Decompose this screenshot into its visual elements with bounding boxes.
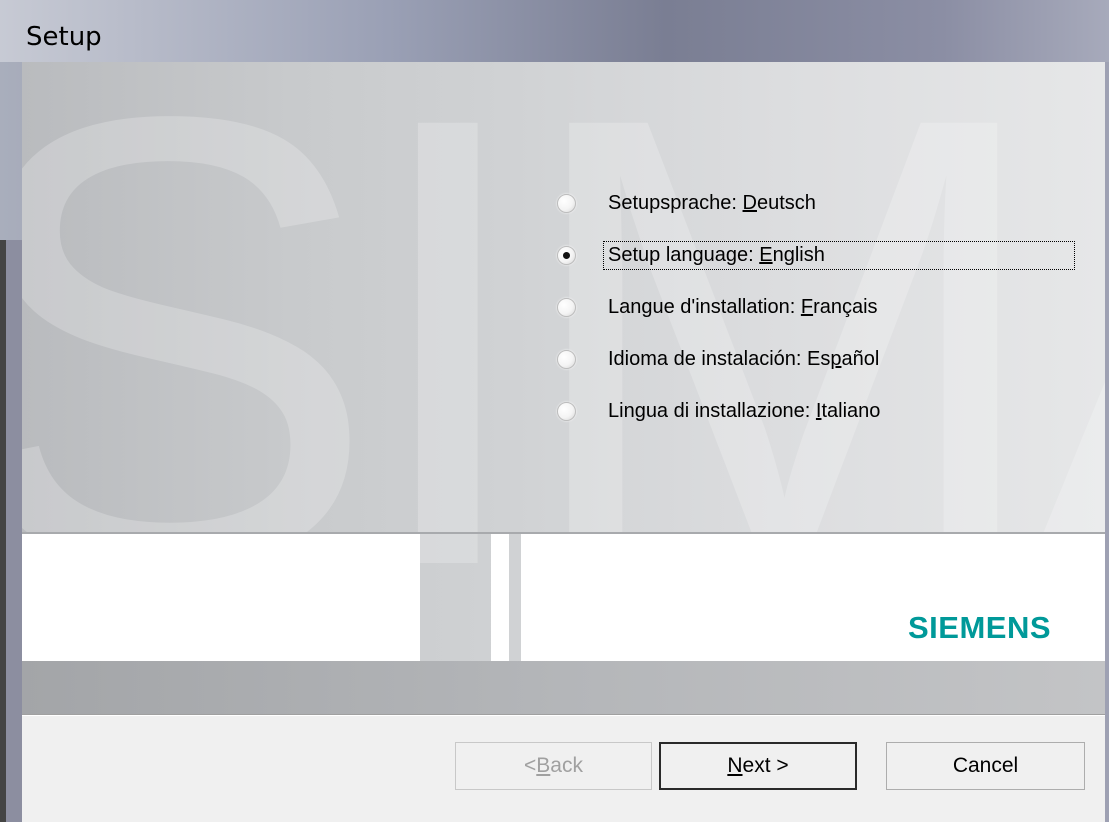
radio-label-deutsch[interactable]: Setupsprache: Deutsch bbox=[604, 190, 820, 217]
cancel-button[interactable]: Cancel bbox=[886, 742, 1085, 790]
radio-button-icon[interactable] bbox=[557, 349, 576, 369]
dialog-client-area: SIMA SIEMENS Setupsprache: Deutsch Setup… bbox=[22, 62, 1105, 822]
window-title: Setup bbox=[26, 22, 102, 52]
radio-button-icon[interactable] bbox=[557, 193, 576, 213]
radio-button-selected-icon[interactable] bbox=[557, 245, 576, 265]
radio-option-italiano[interactable]: Lingua di installazione: Italiano bbox=[557, 394, 884, 428]
banner-panel: SIMA SIEMENS Setupsprache: Deutsch Setup… bbox=[22, 62, 1105, 714]
title-bar[interactable]: Setup bbox=[0, 0, 1109, 62]
back-button[interactable]: < Back bbox=[455, 742, 652, 790]
banner-white-block-middle bbox=[491, 534, 509, 661]
banner-white-block-left bbox=[22, 534, 420, 661]
radio-label-english[interactable]: Setup language: English bbox=[603, 240, 1075, 270]
next-button[interactable]: Next > bbox=[659, 742, 857, 790]
setup-window: Setup SIMA SIEMENS Setupsprache: Deutsch… bbox=[0, 0, 1109, 822]
radio-label-italiano[interactable]: Lingua di installazione: Italiano bbox=[604, 398, 884, 425]
radio-option-deutsch[interactable]: Setupsprache: Deutsch bbox=[557, 186, 820, 220]
siemens-logo: SIEMENS bbox=[908, 610, 1052, 645]
banner-bottom-band bbox=[22, 661, 1105, 714]
radio-button-icon[interactable] bbox=[557, 297, 576, 317]
radio-label-francais[interactable]: Langue d'installation: Français bbox=[604, 294, 882, 321]
radio-option-english[interactable]: Setup language: English bbox=[557, 238, 1075, 272]
window-frame-left bbox=[0, 240, 22, 822]
radio-label-espanol[interactable]: Idioma de instalación: Español bbox=[604, 346, 883, 373]
separator-highlight bbox=[22, 715, 1105, 716]
radio-option-espanol[interactable]: Idioma de instalación: Español bbox=[557, 342, 883, 376]
radio-button-icon[interactable] bbox=[557, 401, 576, 421]
radio-option-francais[interactable]: Langue d'installation: Français bbox=[557, 290, 882, 324]
